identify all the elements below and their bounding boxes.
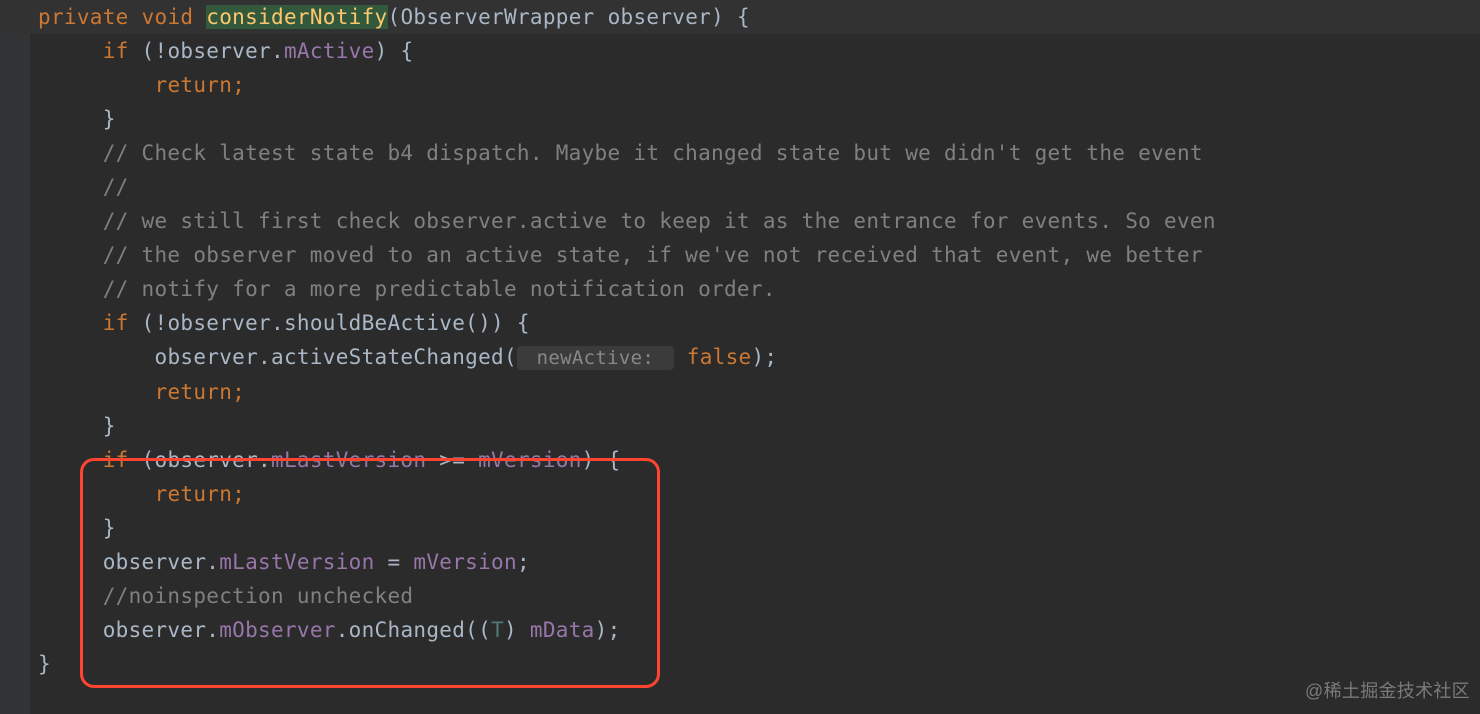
comment: //noinspection unchecked xyxy=(103,584,414,608)
code-line: return; xyxy=(0,477,1480,511)
code-line: if (!observer.shouldBeActive()) { xyxy=(0,306,1480,340)
keyword-false: false xyxy=(687,345,752,369)
close: ); xyxy=(595,618,621,642)
brace: } xyxy=(38,652,51,676)
code-line: observer.mObserver.onChanged((T) mData); xyxy=(0,613,1480,647)
keyword-void: void xyxy=(142,5,194,29)
method-call: activeStateChanged xyxy=(271,345,504,369)
field-ref: mVersion xyxy=(478,448,582,472)
operator: >= xyxy=(426,448,478,472)
dot: . xyxy=(336,618,349,642)
brace: } xyxy=(103,107,116,131)
semicolon: ; xyxy=(517,550,530,574)
code-line: if (!observer.mActive) { xyxy=(0,34,1480,68)
code-line: return; xyxy=(0,68,1480,102)
lparen: ( xyxy=(388,5,401,29)
keyword-if: if xyxy=(103,448,129,472)
dot: . xyxy=(206,618,219,642)
field-ref: mLastVersion xyxy=(219,550,374,574)
cond-open: (! xyxy=(129,39,168,63)
equals: = xyxy=(375,550,414,574)
field-ref: mLastVersion xyxy=(271,448,426,472)
code-editor[interactable]: private void considerNotify(ObserverWrap… xyxy=(0,0,1480,681)
dot: . xyxy=(258,345,271,369)
dot: . xyxy=(258,448,271,472)
watermark: @稀土掘金技术社区 xyxy=(1305,674,1470,708)
object-ref: observer xyxy=(167,39,271,63)
code-line: // the observer moved to an active state… xyxy=(0,238,1480,272)
field-ref: mVersion xyxy=(413,550,517,574)
semicolon: ; xyxy=(232,73,245,97)
code-line: private void considerNotify(ObserverWrap… xyxy=(0,0,1480,34)
object-ref: observer xyxy=(103,550,207,574)
method-name: considerNotify xyxy=(206,5,387,29)
code-line: if (observer.mLastVersion >= mVersion) { xyxy=(0,443,1480,477)
dot: . xyxy=(206,550,219,574)
object-ref: observer xyxy=(103,618,207,642)
object-ref: observer xyxy=(155,345,259,369)
code-line: //noinspection unchecked xyxy=(0,579,1480,613)
param-type: ObserverWrapper xyxy=(400,5,594,29)
code-line: // notify for a more predictable notific… xyxy=(0,272,1480,306)
field-ref: mObserver xyxy=(219,618,336,642)
keyword-return: return xyxy=(155,380,233,404)
dot: . xyxy=(271,39,284,63)
brace: } xyxy=(103,414,116,438)
code-line: observer.mLastVersion = mVersion; xyxy=(0,545,1480,579)
method-call: shouldBeActive xyxy=(284,311,465,335)
open: ( xyxy=(129,448,155,472)
comment: // xyxy=(103,175,129,199)
type-parameter: T xyxy=(491,618,504,642)
keyword-private: private xyxy=(38,5,129,29)
lparen: (( xyxy=(465,618,491,642)
keyword-if: if xyxy=(103,39,129,63)
code-line: observer.activeStateChanged( newActive: … xyxy=(0,340,1480,375)
code-line: return; xyxy=(0,375,1480,409)
keyword-return: return xyxy=(155,73,233,97)
semicolon: ; xyxy=(232,380,245,404)
field-ref: mData xyxy=(530,618,595,642)
param-name: observer xyxy=(608,5,712,29)
object-ref: observer xyxy=(155,448,259,472)
cond-open: (! xyxy=(129,311,168,335)
brace: } xyxy=(103,516,116,540)
rparen-brace: ) { xyxy=(711,5,750,29)
semicolon: ; xyxy=(232,482,245,506)
call-close: ()) { xyxy=(465,311,530,335)
dot: . xyxy=(271,311,284,335)
code-line: } xyxy=(0,409,1480,443)
rparen: ) xyxy=(504,618,530,642)
code-line: // Check latest state b4 dispatch. Maybe… xyxy=(0,136,1480,170)
object-ref: observer xyxy=(167,311,271,335)
method-call: onChanged xyxy=(349,618,466,642)
code-line: } xyxy=(0,511,1480,545)
comment: // the observer moved to an active state… xyxy=(103,243,1216,267)
lparen: ( xyxy=(504,345,517,369)
keyword-if: if xyxy=(103,311,129,335)
comment: // Check latest state b4 dispatch. Maybe… xyxy=(103,141,1216,165)
code-line: // xyxy=(0,170,1480,204)
code-line: } xyxy=(0,647,1480,681)
parameter-hint: newActive: xyxy=(517,346,674,370)
close: ) { xyxy=(375,39,414,63)
comment: // we still first check observer.active … xyxy=(103,209,1216,233)
keyword-return: return xyxy=(155,482,233,506)
code-line: // we still first check observer.active … xyxy=(0,204,1480,238)
code-line: } xyxy=(0,102,1480,136)
close: ) { xyxy=(582,448,621,472)
comment: // notify for a more predictable notific… xyxy=(103,277,776,301)
field-ref: mActive xyxy=(284,39,375,63)
close: ); xyxy=(751,345,777,369)
